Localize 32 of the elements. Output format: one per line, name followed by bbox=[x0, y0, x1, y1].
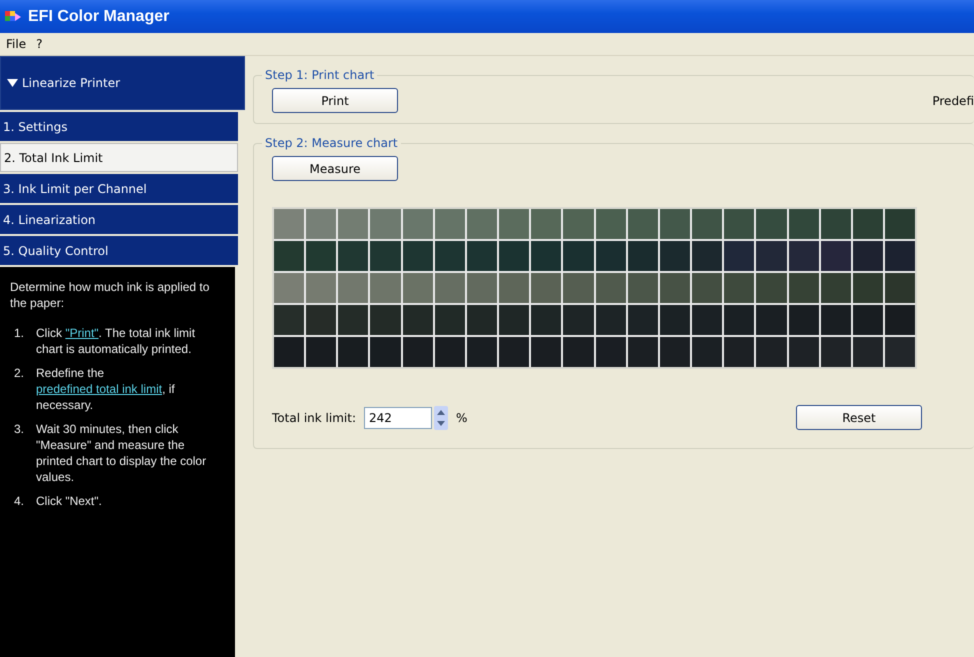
unit-label: % bbox=[456, 410, 468, 424]
group-title: Step 2: Measure chart bbox=[264, 136, 399, 150]
help-step: Click "Print". The total ink limit chart is automatically printed. bbox=[36, 325, 221, 357]
sidebar-item[interactable]: 4. Linearization bbox=[0, 205, 238, 234]
step-number: 3. bbox=[14, 421, 26, 438]
sidebar-item[interactable]: 5. Quality Control bbox=[0, 236, 238, 265]
field-label: Predefi bbox=[932, 94, 974, 108]
print-button[interactable]: Print bbox=[272, 88, 398, 113]
caret-icon bbox=[7, 79, 18, 87]
help-link[interactable]: predefined total ink limit bbox=[36, 382, 162, 396]
menu-item[interactable]: File bbox=[6, 37, 26, 51]
help-text: Determine how much ink is applied to the paper: bbox=[10, 279, 210, 311]
help-step: Click "Next". bbox=[36, 493, 102, 509]
spinner-icon[interactable] bbox=[434, 406, 448, 430]
section-header[interactable]: Linearize Printer bbox=[0, 56, 245, 110]
sidebar-item[interactable]: 3. Ink Limit per Channel bbox=[0, 174, 238, 203]
field-label: Total ink limit: bbox=[272, 410, 356, 424]
sidebar-item[interactable]: 1. Settings bbox=[0, 112, 238, 141]
section-title: Linearize Printer bbox=[22, 76, 120, 90]
sidebar-item[interactable]: 2. Total Ink Limit bbox=[0, 143, 238, 172]
window-title: EFI Color Manager bbox=[28, 8, 170, 26]
step-number: 4. bbox=[14, 493, 26, 509]
reset-button[interactable]: Reset bbox=[796, 405, 922, 430]
menu-item[interactable]: ? bbox=[36, 37, 42, 51]
group-title: Step 1: Print chart bbox=[264, 68, 376, 82]
help-step: Redefine the predefined total ink limit, if necessary. bbox=[36, 365, 221, 413]
help-link[interactable]: "Print" bbox=[65, 326, 99, 340]
ink-limit-field[interactable]: 242 bbox=[364, 406, 432, 428]
step-number: 1. bbox=[14, 325, 26, 342]
step-number: 2. bbox=[14, 365, 26, 382]
help-step: Wait 30 minutes, then click "Measure" and measure the printed chart to display the color values. bbox=[36, 421, 221, 485]
measure-button[interactable]: Measure bbox=[272, 156, 398, 181]
